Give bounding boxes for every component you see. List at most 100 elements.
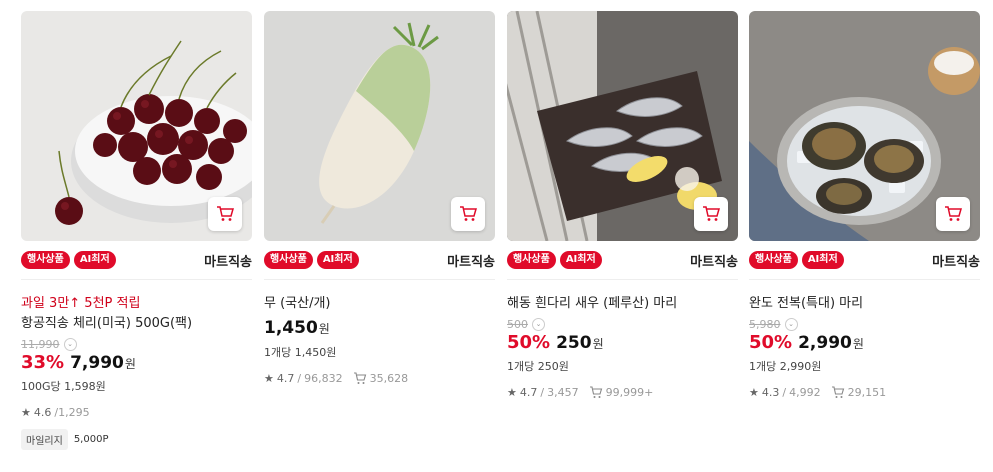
add-to-cart-button[interactable] <box>936 197 970 231</box>
product-image[interactable] <box>507 11 738 241</box>
wish-cart-icon <box>353 372 366 384</box>
badge-group: 행사상품 AI최저 <box>264 251 359 269</box>
sale-price-value: 250 <box>556 333 592 353</box>
sale-price: 1,450원 <box>264 318 330 338</box>
star-icon: ★ <box>21 406 31 419</box>
chevron-down-icon[interactable]: ⌄ <box>63 337 77 351</box>
discount-rate: 33% <box>21 352 65 373</box>
review-count-sep: / <box>297 372 302 385</box>
original-price-row: 5,980 ⌄ <box>749 316 980 332</box>
review-count-sep: / <box>782 386 787 399</box>
stats-row: ★ 4.3/4,992 29,151 <box>749 386 980 399</box>
currency-unit: 원 <box>592 337 604 351</box>
wish-count-value: 35,628 <box>369 372 409 385</box>
badge-ai-lowest: AI최저 <box>559 251 602 269</box>
product-image[interactable] <box>264 11 495 241</box>
wish-count: 35,628 <box>353 372 409 385</box>
rating-value: 4.6 <box>33 406 52 419</box>
badge-event: 행사상품 <box>749 251 798 269</box>
currency-unit: 원 <box>852 337 864 351</box>
review-count: 3,457 <box>547 386 579 399</box>
discount-rate: 50% <box>749 332 793 353</box>
seller-label: 마트직송 <box>690 255 738 270</box>
product-image[interactable] <box>749 11 980 241</box>
unit-price: 100G당 1,598원 <box>21 380 106 393</box>
wish-count: 99,999+ <box>589 386 654 399</box>
add-to-cart-button[interactable] <box>208 197 242 231</box>
badge-group: 행사상품 AI최저 <box>507 251 602 269</box>
product-meta: 행사상품 AI최저 마트직송 <box>507 241 738 280</box>
wish-cart-icon <box>589 386 602 398</box>
rating: ★ 4.6 /1,295 <box>21 406 90 419</box>
stats-row: ★ 4.6 /1,295 <box>21 406 252 419</box>
mileage-label: 마일리지 <box>21 429 68 450</box>
wish-cart-icon <box>831 386 844 398</box>
product-name[interactable]: 항공직송 체리(미국) 500G(팩) <box>21 312 252 331</box>
cart-icon <box>945 206 962 221</box>
product-card-shrimp[interactable]: 행사상품 AI최저 마트직송 해동 흰다리 새우 (페루산) 마리 500 ⌄ … <box>507 11 738 399</box>
seller-label: 마트직송 <box>932 255 980 270</box>
product-name[interactable]: 해동 흰다리 새우 (페루산) 마리 <box>507 292 738 311</box>
original-price: 5,980 <box>749 317 781 331</box>
sale-price: 7,990원 <box>70 353 136 373</box>
stats-row: ★ 4.7/3,457 99,999+ <box>507 386 738 399</box>
product-meta: 행사상품 AI최저 마트직송 <box>21 241 252 280</box>
sale-price-value: 1,450 <box>264 318 318 338</box>
cart-icon <box>460 206 477 221</box>
unit-price: 1개당 250원 <box>507 360 569 373</box>
unit-price: 1개당 2,990원 <box>749 360 822 373</box>
rating: ★ 4.7/96,832 <box>264 372 343 385</box>
discount-rate: 50% <box>507 332 551 353</box>
promo-text: 과일 3만↑ 5천P 적립 <box>21 296 141 311</box>
original-price-row: 11,990 ⌄ <box>21 336 252 352</box>
rating: ★ 4.3/4,992 <box>749 386 821 399</box>
sale-price-value: 2,990 <box>798 333 852 353</box>
chevron-down-icon[interactable]: ⌄ <box>784 317 798 331</box>
rating: ★ 4.7/3,457 <box>507 386 579 399</box>
rating-value: 4.7 <box>519 386 538 399</box>
currency-unit: 원 <box>318 322 330 336</box>
product-meta: 행사상품 AI최저 마트직송 <box>264 241 495 280</box>
original-price: 11,990 <box>21 337 60 351</box>
seller-label: 마트직송 <box>447 255 495 270</box>
star-icon: ★ <box>264 372 274 385</box>
mileage-chip: 마일리지 5,000P <box>21 429 108 450</box>
sale-price-value: 7,990 <box>70 353 124 373</box>
review-count: 1,295 <box>58 406 90 419</box>
price-row: 1,450원 <box>264 318 495 342</box>
add-to-cart-button[interactable] <box>694 197 728 231</box>
price-row: 50% 250원 <box>507 332 738 356</box>
star-icon: ★ <box>507 386 517 399</box>
product-name[interactable]: 무 (국산/개) <box>264 292 495 311</box>
product-meta: 행사상품 AI최저 마트직송 <box>749 241 980 280</box>
price-row: 50% 2,990원 <box>749 332 980 356</box>
sale-price: 250원 <box>556 333 604 353</box>
product-name[interactable]: 완도 전복(특대) 마리 <box>749 292 980 311</box>
product-card-abalone[interactable]: 행사상품 AI최저 마트직송 완도 전복(특대) 마리 5,980 ⌄ 50% … <box>749 11 980 399</box>
review-count: 96,832 <box>304 372 343 385</box>
wish-count: 29,151 <box>831 386 886 399</box>
rating-value: 4.7 <box>276 372 295 385</box>
currency-unit: 원 <box>124 357 136 371</box>
original-price-row: 500 ⌄ <box>507 316 738 332</box>
original-price: 500 <box>507 317 528 331</box>
chevron-down-icon[interactable]: ⌄ <box>532 317 545 331</box>
seller-label: 마트직송 <box>204 255 252 270</box>
badge-group: 행사상품 AI최저 <box>749 251 844 269</box>
add-to-cart-button[interactable] <box>451 197 485 231</box>
product-card-cherry[interactable]: 행사상품 AI최저 마트직송 과일 3만↑ 5천P 적립 항공직송 체리(미국)… <box>21 11 252 450</box>
badge-ai-lowest: AI최저 <box>801 251 844 269</box>
review-count-sep: / <box>540 386 545 399</box>
product-image[interactable] <box>21 11 252 241</box>
wish-count-value: 99,999+ <box>605 386 654 399</box>
unit-price: 1개당 1,450원 <box>264 346 337 359</box>
product-card-radish[interactable]: 행사상품 AI최저 마트직송 무 (국산/개) 1,450원 1개당 1,450… <box>264 11 495 385</box>
product-grid: 행사상품 AI최저 마트직송 과일 3만↑ 5천P 적립 항공직송 체리(미국)… <box>0 0 993 472</box>
mileage-value: 5,000P <box>73 434 109 445</box>
badge-ai-lowest: AI최저 <box>73 251 116 269</box>
cart-icon <box>703 206 720 221</box>
badge-event: 행사상품 <box>264 251 313 269</box>
badge-ai-lowest: AI최저 <box>316 251 359 269</box>
rating-value: 4.3 <box>761 386 780 399</box>
cart-icon <box>217 206 234 221</box>
